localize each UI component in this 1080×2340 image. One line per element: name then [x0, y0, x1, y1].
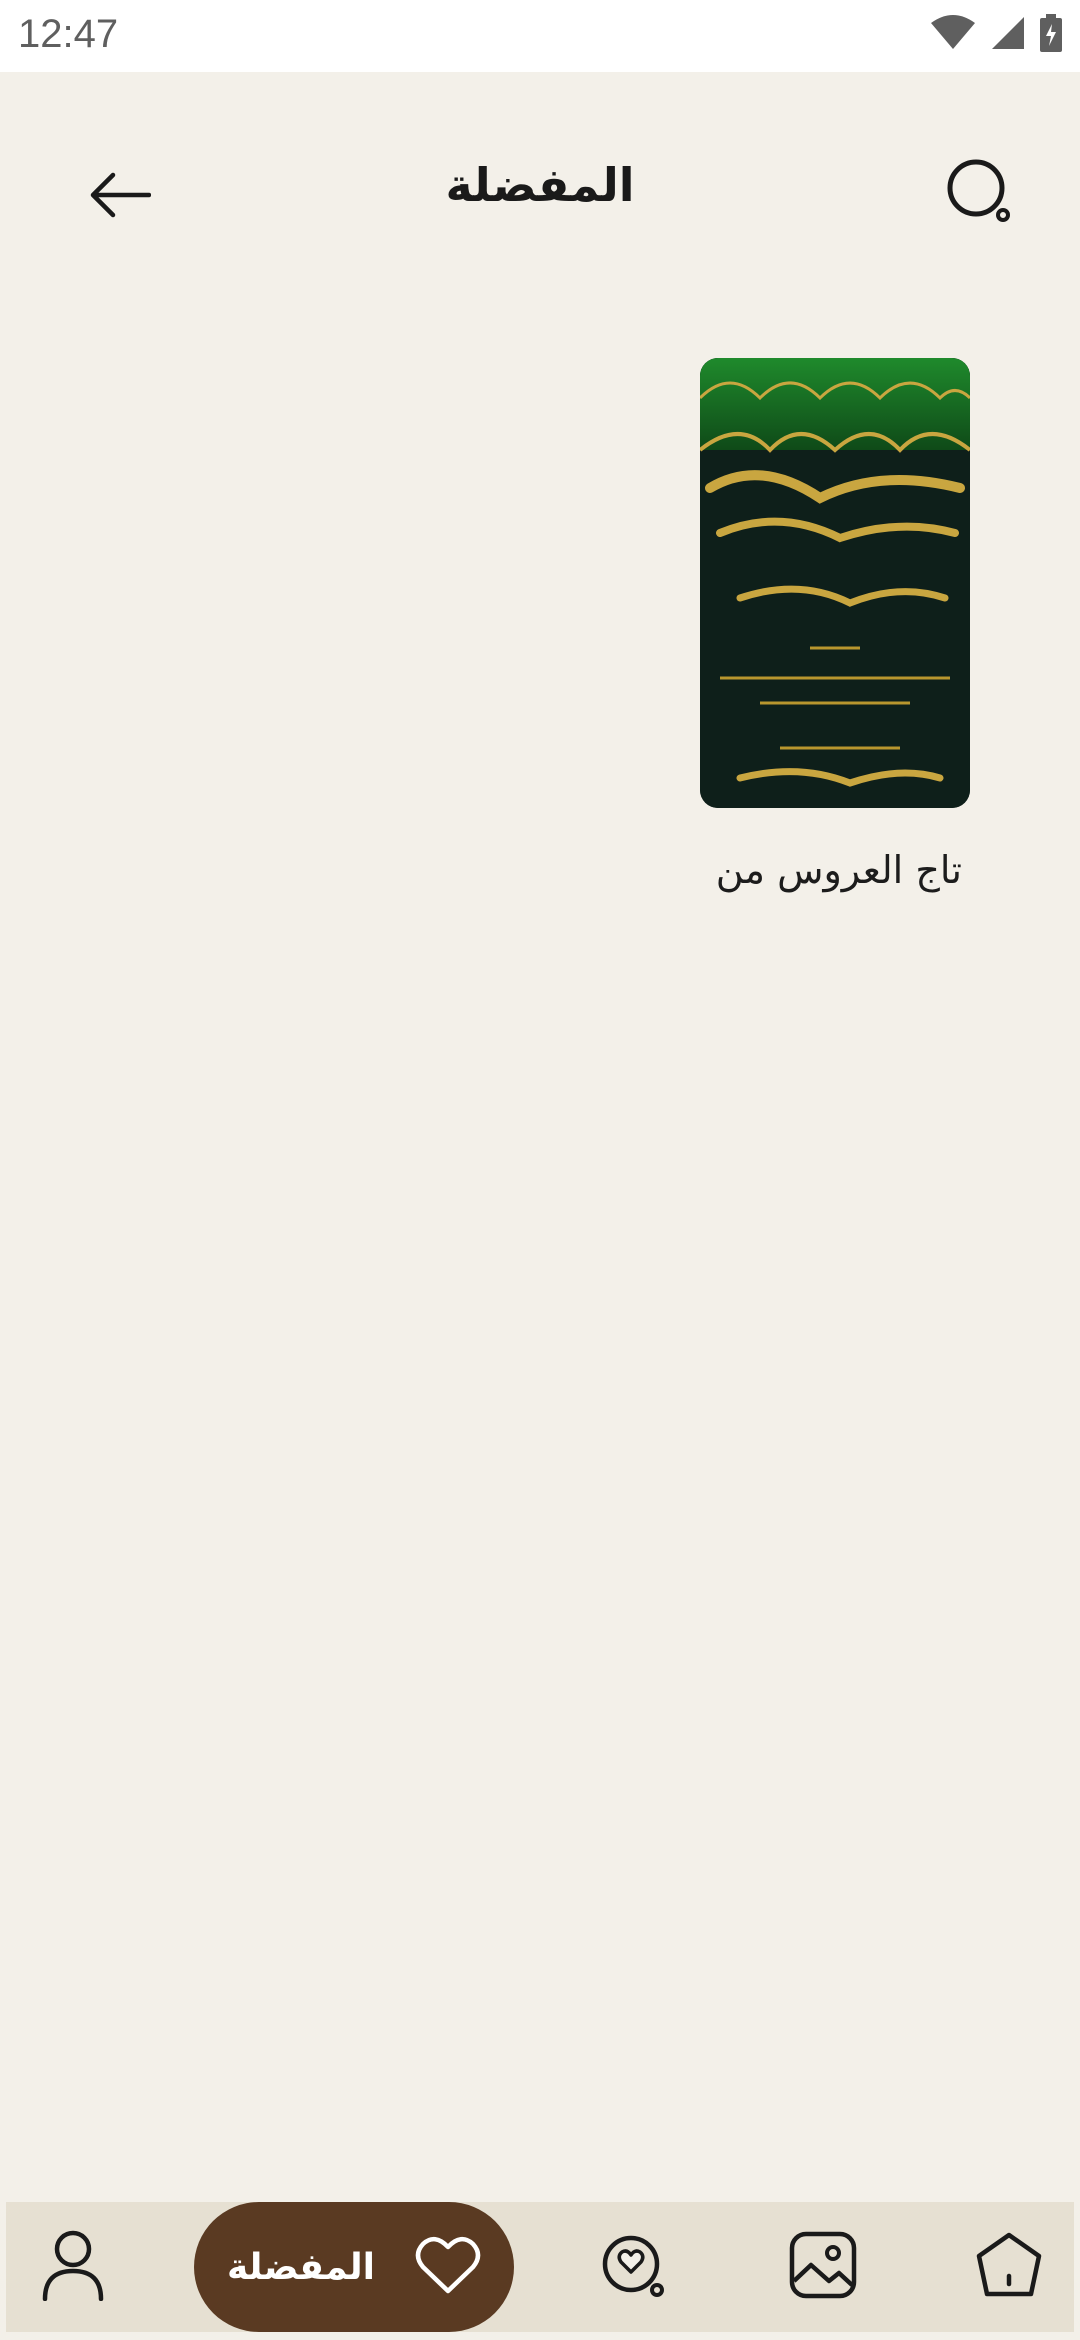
- nav-item-gallery[interactable]: [778, 2222, 868, 2312]
- chat-heart-icon: [599, 2230, 669, 2304]
- nav-item-home[interactable]: [964, 2222, 1054, 2312]
- favorite-book-card[interactable]: تاج العروس من: [700, 358, 980, 892]
- image-icon: [789, 2231, 857, 2303]
- wifi-icon: [930, 15, 976, 55]
- home-icon: [975, 2232, 1043, 2302]
- page-title: المفضلة: [445, 158, 635, 212]
- battery-icon: [1040, 14, 1062, 56]
- status-time: 12:47: [18, 12, 119, 56]
- nav-item-favorites[interactable]: المفضلة: [194, 2202, 514, 2332]
- nav-item-chat[interactable]: [589, 2222, 679, 2312]
- status-bar: 12:47: [0, 0, 1080, 72]
- nav-item-favorites-label: المفضلة: [227, 2246, 375, 2288]
- signal-icon: [990, 15, 1026, 55]
- app-bar: المفضلة: [0, 72, 1080, 312]
- book-cover-image[interactable]: [700, 358, 970, 808]
- user-icon: [41, 2229, 105, 2305]
- nav-item-profile[interactable]: [28, 2222, 118, 2312]
- book-title[interactable]: تاج العروس من: [700, 848, 970, 892]
- search-button[interactable]: [940, 154, 1020, 234]
- status-icons: [930, 14, 1062, 56]
- heart-icon: [415, 2235, 481, 2299]
- search-icon: [945, 157, 1015, 231]
- bottom-nav: المفضلة: [6, 2202, 1074, 2332]
